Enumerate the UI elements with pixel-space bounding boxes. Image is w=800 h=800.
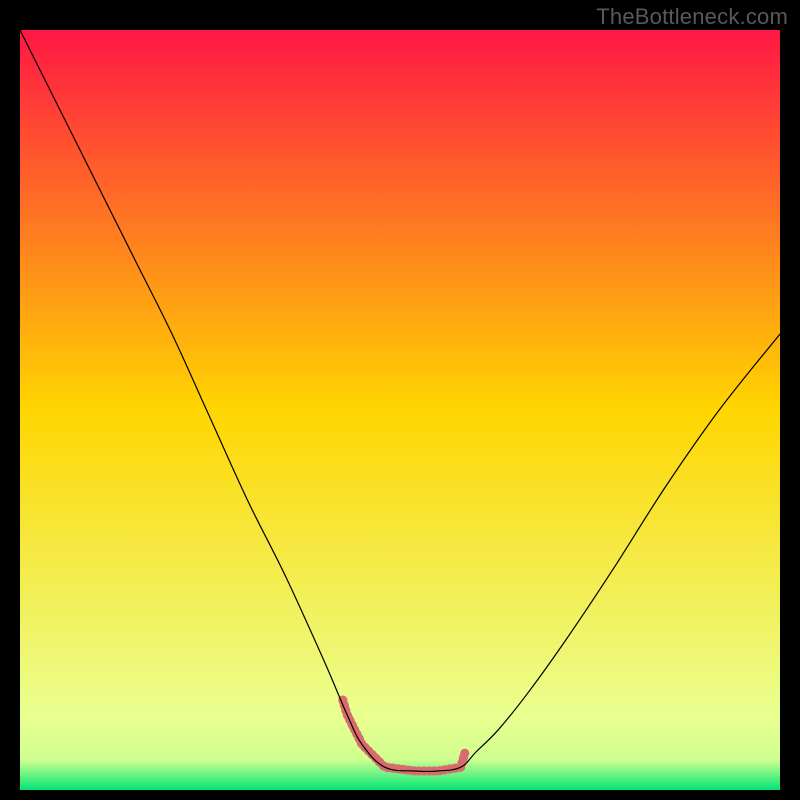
chart-stage: TheBottleneck.com (0, 0, 800, 800)
chart-svg (20, 30, 780, 790)
gradient-background (20, 30, 780, 790)
plot-area (20, 30, 780, 790)
watermark-text: TheBottleneck.com (596, 4, 788, 30)
